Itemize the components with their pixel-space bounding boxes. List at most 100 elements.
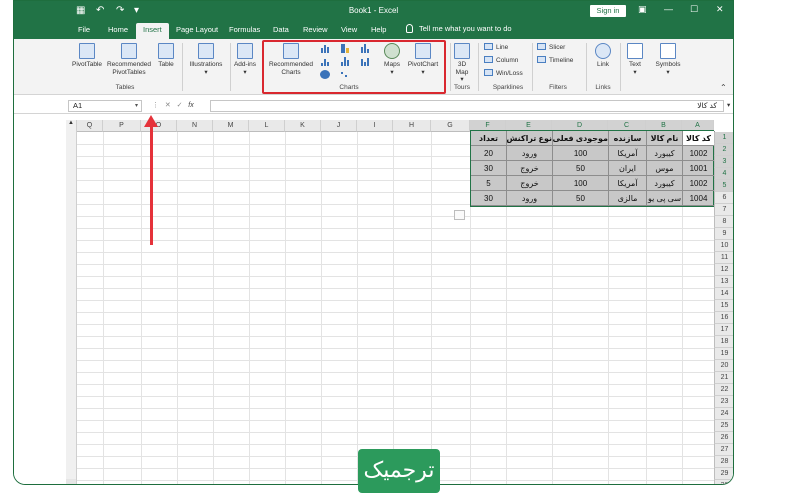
table-cell[interactable]: 1002 [683,176,715,191]
3d-map-button[interactable]: 3D Map ▾ [452,43,472,84]
ribbon-display-icon[interactable]: ▣ [638,4,647,15]
row-header-24[interactable]: 24 [714,408,733,420]
row-header-30[interactable]: 30 [714,480,733,484]
table-button[interactable]: Table [156,43,176,69]
row-header-20[interactable]: 20 [714,360,733,372]
column-header-g[interactable]: G [431,120,470,132]
sparkline-line-button[interactable]: Line [484,43,508,51]
row-header-23[interactable]: 23 [714,396,733,408]
table-cell[interactable]: 5 [471,176,507,191]
table-cell[interactable]: 30 [471,191,507,206]
table-cell[interactable]: کیبورد [647,146,683,161]
row-header-16[interactable]: 16 [714,312,733,324]
column-header-j[interactable]: J [321,120,357,132]
table-cell[interactable]: 50 [553,191,609,206]
sparkline-winloss-button[interactable]: Win/Loss [484,69,523,77]
table-cell[interactable]: آمریکا [609,146,647,161]
row-header-8[interactable]: 8 [714,216,733,228]
row-header-21[interactable]: 21 [714,372,733,384]
tab-insert[interactable]: Insert [136,23,169,39]
table-header-cell[interactable]: موجودی فعلی [553,131,609,146]
table-cell[interactable]: ورود [507,191,553,206]
column-header-p[interactable]: P [103,120,141,132]
row-header-22[interactable]: 22 [714,384,733,396]
tell-me-search[interactable]: Tell me what you want to do [406,24,512,33]
table-cell[interactable]: کیبورد [647,176,683,191]
row-header-19[interactable]: 19 [714,348,733,360]
table-header-cell-active[interactable]: کد کالا [683,131,715,146]
vertical-scrollbar[interactable] [66,120,77,484]
row-header-26[interactable]: 26 [714,432,733,444]
table-cell[interactable]: 100 [553,146,609,161]
collapse-ribbon-icon[interactable]: ⌃ [720,83,727,92]
row-header-11[interactable]: 11 [714,252,733,264]
more-icon[interactable]: ⋮ [152,102,159,109]
chevron-down-icon[interactable]: ▾ [135,101,138,111]
row-header-18[interactable]: 18 [714,336,733,348]
scroll-down-icon[interactable] [66,479,76,484]
formula-input[interactable]: کد کالا [210,100,724,112]
tab-review[interactable]: Review [303,25,328,34]
table-cell[interactable]: آمریکا [609,176,647,191]
table-header-cell[interactable]: سازنده [609,131,647,146]
tab-help[interactable]: Help [371,25,386,34]
table-cell[interactable]: 20 [471,146,507,161]
tab-view[interactable]: View [341,25,357,34]
sign-in-button[interactable]: Sign in [590,5,626,17]
table-header-cell[interactable]: تعداد [471,131,507,146]
cancel-icon[interactable]: ✕ [165,102,171,109]
row-header-7[interactable]: 7 [714,204,733,216]
addins-button[interactable]: Add-ins ▾ [232,43,258,76]
row-header-12[interactable]: 12 [714,264,733,276]
quick-analysis-icon[interactable] [454,210,465,220]
row-header-13[interactable]: 13 [714,276,733,288]
column-header-k[interactable]: K [285,120,321,132]
column-header-i[interactable]: I [357,120,393,132]
slicer-button[interactable]: Slicer [537,43,565,51]
table-cell[interactable]: 1002 [683,146,715,161]
row-header-2[interactable]: 2 [714,144,733,156]
table-cell[interactable]: خروج [507,161,553,176]
row-header-1[interactable]: 1 [714,132,733,144]
row-header-4[interactable]: 4 [714,168,733,180]
table-cell[interactable]: مالزی [609,191,647,206]
table-cell[interactable]: سی پی یو [647,191,683,206]
tab-data[interactable]: Data [273,25,289,34]
worksheet-grid[interactable]: ▲ Q P O N M L K J I H G F E D C B A تعدا… [14,115,733,484]
table-header-cell[interactable]: نام کالا [647,131,683,146]
tab-formulas[interactable]: Formulas [229,25,260,34]
pivottable-button[interactable]: PivotTable [69,43,105,69]
table-cell[interactable]: 100 [553,176,609,191]
close-icon[interactable]: ✕ [716,4,724,15]
illustrations-button[interactable]: Illustrations ▾ [186,43,226,76]
table-header-cell[interactable]: نوع تراکنش [507,131,553,146]
row-header-14[interactable]: 14 [714,288,733,300]
column-header-h[interactable]: H [393,120,431,132]
row-header-28[interactable]: 28 [714,456,733,468]
table-cell[interactable]: ایران [609,161,647,176]
scroll-up-icon[interactable]: ▲ [68,120,74,126]
expand-formula-icon[interactable]: ▾ [727,101,730,109]
text-button[interactable]: Text ▾ [624,43,646,76]
column-header-q[interactable]: Q [77,120,103,132]
table-cell[interactable]: موس [647,161,683,176]
table-cell[interactable]: 50 [553,161,609,176]
table-cell[interactable]: ورود [507,146,553,161]
symbols-button[interactable]: Symbols ▾ [652,43,684,76]
row-header-5[interactable]: 5 [714,180,733,192]
table-cell[interactable]: 1001 [683,161,715,176]
row-header-6[interactable]: 6 [714,192,733,204]
enter-icon[interactable]: ✓ [177,102,183,109]
table-cell[interactable]: خروج [507,176,553,191]
row-header-27[interactable]: 27 [714,444,733,456]
row-header-25[interactable]: 25 [714,420,733,432]
tab-page-layout[interactable]: Page Layout [176,25,218,34]
data-table[interactable]: تعداد نوع تراکنش موجودی فعلی سازنده نام … [470,130,715,207]
tab-file[interactable]: File [78,25,90,34]
insert-function-icon[interactable]: fx [188,102,193,109]
column-header-n[interactable]: N [177,120,213,132]
link-button[interactable]: Link [592,43,614,69]
sparkline-column-button[interactable]: Column [484,56,518,64]
row-header-3[interactable]: 3 [714,156,733,168]
timeline-button[interactable]: Timeline [537,56,573,64]
